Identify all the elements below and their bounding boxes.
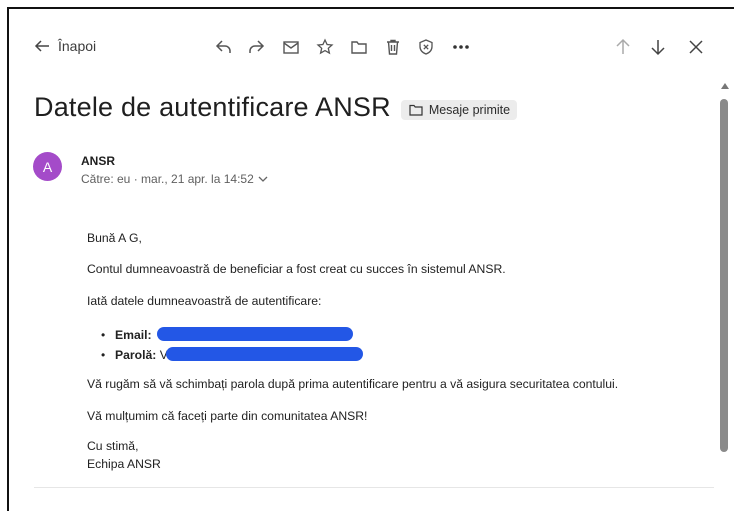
email-key: Email: <box>115 328 152 342</box>
toolbar: Înapoi <box>9 9 734 85</box>
body-line-2: Iată datele dumneavoastră de autentifica… <box>87 294 322 308</box>
recipient-line: Către: eu · mar., 21 apr. la 14:52 <box>81 172 254 186</box>
greeting: Bună A G, <box>87 231 142 245</box>
body-line-1: Contul dumneavoastră de beneficiar a fos… <box>87 262 506 276</box>
subject-title: Datele de autentificare ANSR <box>34 92 391 122</box>
mark-unread-icon[interactable] <box>281 37 301 57</box>
delete-icon[interactable] <box>383 37 403 57</box>
back-label: Înapoi <box>58 38 97 54</box>
forward-icon[interactable] <box>247 37 267 57</box>
back-button[interactable]: Înapoi <box>34 38 96 54</box>
arrow-left-icon <box>34 40 49 52</box>
list-item: Email: <box>101 326 363 346</box>
chevron-down-icon <box>258 176 268 182</box>
divider <box>34 487 714 488</box>
block-icon[interactable] <box>416 37 436 57</box>
folder-icon <box>409 104 423 116</box>
body-line-3: Vă rugăm să vă schimbați parola după pri… <box>87 377 619 391</box>
folder-chip[interactable]: Mesaje primite <box>400 99 518 120</box>
more-icon[interactable] <box>451 37 471 57</box>
next-icon[interactable] <box>648 37 668 57</box>
signature: Echipa ANSR <box>87 457 161 471</box>
reply-icon[interactable] <box>213 37 233 57</box>
scroll-up-arrow-icon[interactable] <box>720 81 730 91</box>
sender-name: ANSR <box>81 154 116 168</box>
credentials-list: Email: Parolă: V <box>101 326 363 366</box>
close-icon[interactable] <box>686 37 706 57</box>
folder-label: Mesaje primite <box>428 102 511 117</box>
recipient-details[interactable]: Către: eu · mar., 21 apr. la 14:52 <box>81 172 268 186</box>
password-key: Parolă: <box>115 348 157 362</box>
redaction-bar <box>156 327 353 341</box>
body-line-4: Vă mulțumim că faceți parte din comunita… <box>87 409 368 423</box>
star-icon[interactable] <box>315 37 335 57</box>
list-item: Parolă: V <box>101 346 363 366</box>
avatar: A <box>33 152 62 181</box>
folder-icon[interactable] <box>349 37 369 57</box>
previous-icon[interactable] <box>613 37 633 57</box>
redaction-bar <box>165 347 363 361</box>
scrollbar-thumb[interactable] <box>720 99 728 452</box>
signoff: Cu stimă, <box>87 439 139 453</box>
mail-viewer: Înapoi Datele de autentificare ANSR Mesa… <box>7 7 734 511</box>
subject-row: Datele de autentificare ANSR Mesaje prim… <box>34 92 518 123</box>
